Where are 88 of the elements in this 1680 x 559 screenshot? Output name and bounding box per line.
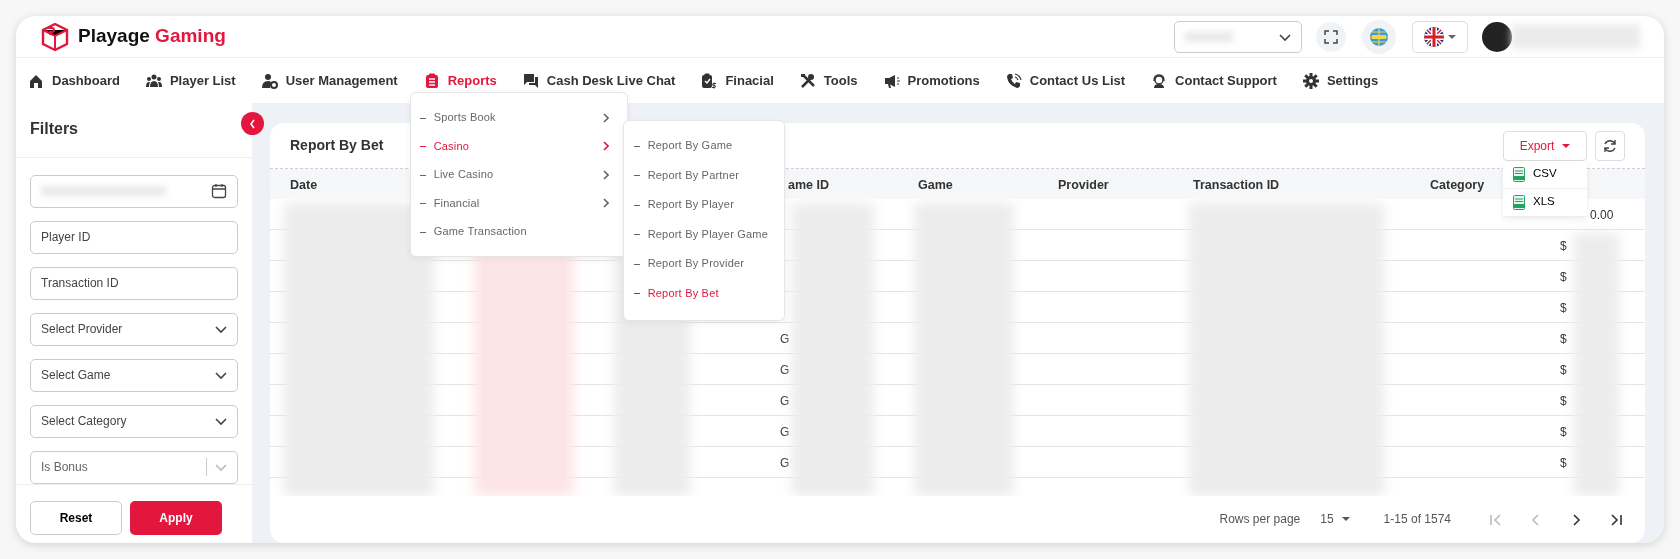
table-cell: 0.00 xyxy=(1590,208,1614,222)
column-header: ame ID xyxy=(788,178,829,192)
phone-icon xyxy=(1005,72,1022,89)
table-cell: $ xyxy=(1560,363,1567,377)
table-cell: $ xyxy=(1560,425,1567,439)
column-header: Transaction ID xyxy=(1193,178,1280,192)
chat-bubbles-icon xyxy=(522,72,539,89)
input-field[interactable]: Player ID xyxy=(30,220,238,254)
rows-per-page-select[interactable]: 15 xyxy=(1314,510,1356,528)
chevron-down-icon xyxy=(215,370,227,381)
reset-button[interactable]: Reset xyxy=(30,500,122,535)
clipboard-list-icon xyxy=(423,72,440,89)
user-gear-icon xyxy=(261,72,278,89)
date-field[interactable] xyxy=(30,174,238,208)
nav-item[interactable]: Finacial xyxy=(701,70,774,91)
nav-item[interactable]: Promotions xyxy=(883,70,980,91)
collapse-button[interactable] xyxy=(241,112,264,135)
table-cell: $ xyxy=(1560,394,1567,408)
caret-icon xyxy=(1448,33,1456,40)
caret-icon xyxy=(1562,142,1571,149)
apply-button[interactable]: Apply xyxy=(130,500,222,535)
table-cell: G xyxy=(780,363,790,377)
column-header: Provider xyxy=(1058,178,1109,192)
chevron-left-icon xyxy=(248,118,257,129)
nav-item[interactable]: Reports xyxy=(423,70,497,91)
page-range: 1-15 of 1574 xyxy=(1383,511,1451,528)
select-field[interactable]: Select Provider xyxy=(30,312,238,346)
nav-item[interactable]: Tools xyxy=(799,70,858,91)
table-cell: $ xyxy=(1560,239,1567,253)
calendar-icon xyxy=(211,183,227,200)
filters-title: Filters xyxy=(30,120,78,137)
chevron-down-icon xyxy=(215,416,227,427)
nav-item[interactable]: User Management xyxy=(261,70,398,91)
column-header: Game xyxy=(918,178,953,192)
table-cell: $ xyxy=(1560,332,1567,346)
megaphone-icon xyxy=(883,72,900,89)
menu-item[interactable]: Report By Provider xyxy=(623,248,784,279)
nav-item[interactable]: Cash Desk Live Chat xyxy=(522,70,676,91)
table-cell: $ xyxy=(1560,270,1567,284)
avatar[interactable] xyxy=(1482,21,1512,52)
menu-item[interactable]: XLS xyxy=(1503,188,1587,217)
chevron-down-icon xyxy=(1279,31,1291,42)
table-cell: G xyxy=(780,394,790,408)
table-cell: $ xyxy=(1560,456,1567,470)
menu-item[interactable]: CSV xyxy=(1503,160,1587,189)
last-page-icon[interactable] xyxy=(1609,512,1623,527)
language-button[interactable] xyxy=(1412,20,1468,53)
select-field[interactable]: Select Game xyxy=(30,358,238,392)
fullscreen-button[interactable] xyxy=(1316,21,1346,52)
clipboard-dollar-icon xyxy=(701,72,718,89)
nav-item[interactable]: Contact Support xyxy=(1151,70,1277,91)
nav-item[interactable]: Player List xyxy=(145,70,236,91)
settings-icon xyxy=(1302,72,1319,89)
menu-item[interactable]: Report By Bet xyxy=(623,278,784,308)
menu-item[interactable]: Sports Book xyxy=(410,103,627,132)
export-button[interactable]: Export xyxy=(1503,130,1587,161)
select-field[interactable]: Select Category xyxy=(30,404,238,438)
tools-icon xyxy=(799,72,816,89)
chevron-down-icon xyxy=(215,324,227,335)
rows-per-page-label: Rows per page xyxy=(1219,511,1301,528)
select-field[interactable]: Is Bonus xyxy=(30,450,238,484)
globe-icon xyxy=(1369,26,1389,47)
column-header: Date xyxy=(290,178,318,192)
nav-item[interactable]: Settings xyxy=(1302,70,1379,91)
table-cell: G xyxy=(780,425,790,439)
globe-button[interactable] xyxy=(1362,19,1396,54)
nav-item[interactable]: Dashboard xyxy=(28,70,120,91)
refresh-icon xyxy=(1603,138,1617,153)
flag-icon xyxy=(1424,26,1444,47)
headset-person-icon xyxy=(1151,72,1168,89)
house-icon xyxy=(28,72,44,89)
report-title: Report By Bet xyxy=(290,136,384,155)
table-cell: G xyxy=(780,456,790,470)
brand-name: Playage Gaming xyxy=(78,24,226,49)
spreadsheet-file-icon xyxy=(1513,194,1525,210)
logo-cube-icon xyxy=(40,21,70,52)
input-field[interactable]: Transaction ID xyxy=(30,266,238,300)
people-icon xyxy=(145,72,162,89)
nav-item[interactable]: Contact Us List xyxy=(1005,70,1126,91)
table-cell: G xyxy=(780,332,790,346)
table-cell: $ xyxy=(1560,301,1567,315)
fullscreen-icon xyxy=(1324,29,1338,44)
refresh-button[interactable] xyxy=(1595,130,1625,161)
select-field[interactable] xyxy=(1174,20,1302,53)
chevron-down-icon xyxy=(215,462,227,473)
column-header: Category xyxy=(1430,178,1485,192)
spreadsheet-file-icon xyxy=(1513,166,1525,182)
caret-icon xyxy=(1341,516,1350,522)
